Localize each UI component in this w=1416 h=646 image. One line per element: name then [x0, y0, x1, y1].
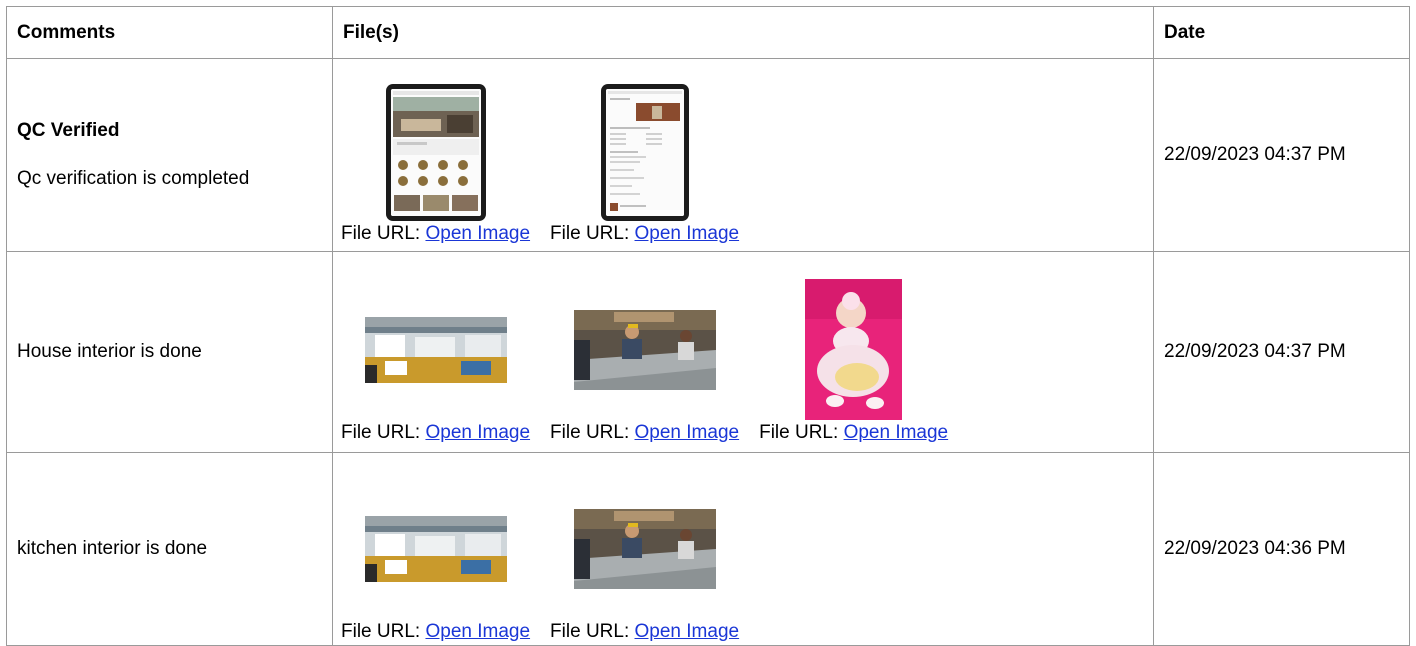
file-item: File URL: Open Image	[550, 279, 739, 444]
homepage-screenshot-art	[390, 89, 481, 216]
file-url-label: File URL:	[550, 223, 630, 244]
open-image-link[interactable]: Open Image	[844, 422, 949, 443]
table-header-row: Comments File(s) Date	[6, 6, 1410, 59]
files-cell: File URL: Open Image File URL: Open Imag…	[332, 452, 1154, 646]
comment-title: QC Verified	[17, 120, 120, 141]
comment-cell: kitchen interior is done	[6, 452, 333, 646]
comment-cell: House interior is done	[6, 251, 333, 453]
file-item: File URL: Open Image	[759, 279, 948, 444]
file-url-line: File URL: Open Image	[550, 621, 739, 643]
column-header-comments: Comments	[6, 6, 333, 59]
file-url-line: File URL: Open Image	[550, 223, 739, 245]
file-url-line: File URL: Open Image	[341, 223, 530, 245]
date-cell: 22/09/2023 04:37 PM	[1153, 251, 1410, 453]
file-url-label: File URL:	[550, 422, 630, 443]
file-item: File URL: Open Image	[550, 478, 739, 643]
tablet-homepage-image[interactable]	[385, 84, 486, 221]
open-image-link[interactable]: Open Image	[635, 223, 740, 244]
date-cell: 22/09/2023 04:36 PM	[1153, 452, 1410, 646]
file-url-label: File URL:	[550, 621, 630, 642]
file-list: File URL: Open Image File URL: Open Imag…	[341, 84, 1143, 245]
file-url-line: File URL: Open Image	[550, 422, 739, 444]
file-item: File URL: Open Image	[341, 84, 530, 245]
file-url-label: File URL:	[341, 223, 421, 244]
file-item: File URL: Open Image	[341, 279, 530, 444]
tablet-product-page-image[interactable]	[600, 84, 689, 221]
workers-image[interactable]	[573, 508, 716, 589]
file-list: File URL: Open Image File URL: Open Imag…	[341, 478, 1143, 643]
file-url-line: File URL: Open Image	[341, 422, 530, 444]
file-item: File URL: Open Image	[341, 478, 530, 643]
date-cell: 22/09/2023 04:37 PM	[1153, 58, 1410, 252]
table-row: House interior is done File URL: Open Im…	[6, 251, 1410, 453]
files-cell: File URL: Open Image File URL: Open Imag…	[332, 251, 1154, 453]
file-url-line: File URL: Open Image	[759, 422, 948, 444]
table-row: QC Verified Qc verification is completed	[6, 58, 1410, 252]
table-row: kitchen interior is done File URL: Open …	[6, 452, 1410, 646]
open-image-link[interactable]: Open Image	[425, 223, 530, 244]
column-header-date: Date	[1153, 6, 1410, 59]
open-image-link[interactable]: Open Image	[635, 422, 740, 443]
factory-floor-image[interactable]	[364, 515, 507, 582]
file-url-line: File URL: Open Image	[341, 621, 530, 643]
baby-photo-image[interactable]	[805, 279, 903, 420]
comments-table: Comments File(s) Date QC Verified Qc ver…	[6, 6, 1410, 646]
files-cell: File URL: Open Image File URL: Open Imag…	[332, 58, 1154, 252]
file-url-label: File URL:	[341, 422, 421, 443]
file-url-label: File URL:	[759, 422, 839, 443]
comment-text: House interior is done	[17, 341, 202, 362]
open-image-link[interactable]: Open Image	[635, 621, 740, 642]
file-item: File URL: Open Image	[550, 84, 739, 245]
comment-text: Qc verification is completed	[17, 168, 250, 189]
comment-text: kitchen interior is done	[17, 538, 208, 559]
product-page-screenshot-art	[605, 89, 684, 216]
open-image-link[interactable]: Open Image	[425, 621, 530, 642]
column-header-files: File(s)	[332, 6, 1154, 59]
comment-cell: QC Verified Qc verification is completed	[6, 58, 333, 252]
workers-image[interactable]	[573, 309, 716, 390]
open-image-link[interactable]: Open Image	[425, 422, 530, 443]
factory-floor-image[interactable]	[364, 316, 507, 383]
file-url-label: File URL:	[341, 621, 421, 642]
file-list: File URL: Open Image File URL: Open Imag…	[341, 279, 1143, 444]
